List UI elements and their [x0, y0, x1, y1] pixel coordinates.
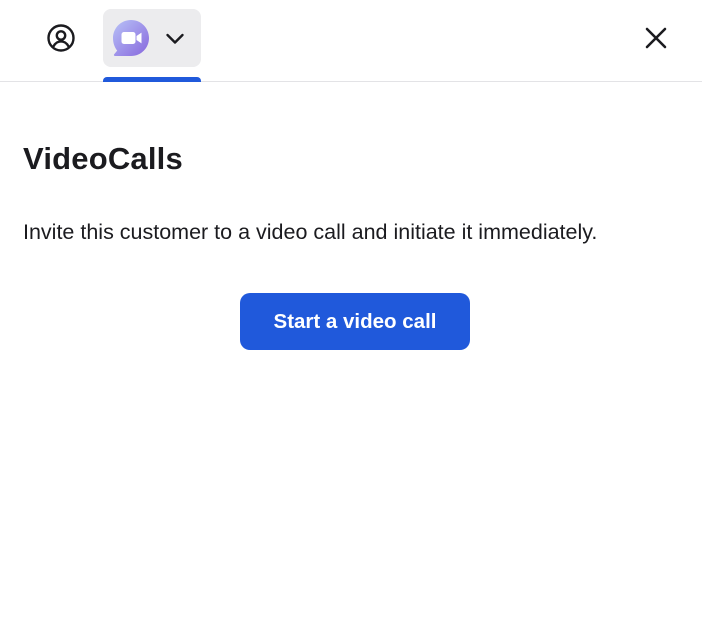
page-title: VideoCalls: [23, 141, 183, 176]
panel-header: [0, 0, 702, 82]
close-icon: [645, 27, 667, 49]
start-video-call-button[interactable]: Start a video call: [240, 293, 470, 350]
chevron-down-icon: [166, 33, 184, 44]
description-text: Invite this customer to a video call and…: [23, 220, 598, 244]
active-tab-indicator: [103, 77, 201, 82]
video-chat-bubble-icon: [113, 20, 149, 56]
close-button[interactable]: [640, 22, 672, 54]
videocalls-app-tab[interactable]: [103, 9, 201, 67]
user-circle-icon: [47, 24, 75, 52]
profile-button[interactable]: [43, 20, 79, 56]
